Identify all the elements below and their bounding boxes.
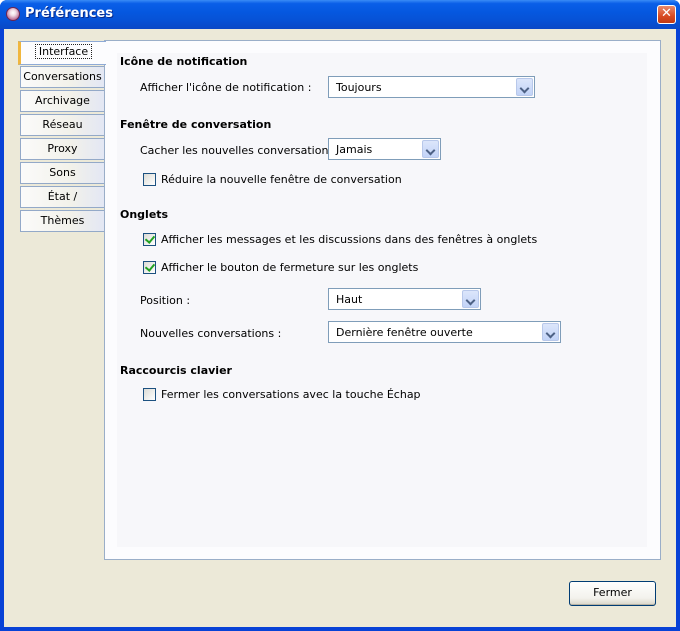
notification-select-value: Toujours xyxy=(336,81,382,94)
tabbed-windows-label[interactable]: Afficher les messages et les discussions… xyxy=(161,233,537,246)
chevron-down-icon[interactable] xyxy=(422,140,439,158)
tab-position-value: Haut xyxy=(336,293,363,306)
new-conversations-select[interactable]: Dernière fenêtre ouverte xyxy=(328,321,561,343)
tab-reseau[interactable]: Réseau xyxy=(20,114,104,136)
section-heading-shortcuts: Raccourcis clavier xyxy=(120,364,232,377)
title-bar[interactable]: Préférences ✕ xyxy=(0,0,680,29)
notification-select[interactable]: Toujours xyxy=(328,76,535,98)
chevron-down-icon[interactable] xyxy=(542,323,559,341)
tab-position-label: Position : xyxy=(140,294,191,307)
tab-interface[interactable]: Interface xyxy=(18,41,106,65)
tab-close-button-label[interactable]: Afficher le bouton de fermeture sur les … xyxy=(161,261,418,274)
fermer-button[interactable]: Fermer xyxy=(569,581,656,606)
preferences-window: Préférences ✕ Interface Conversations Ar… xyxy=(0,0,680,631)
new-conversations-label: Nouvelles conversations : xyxy=(140,327,282,340)
hide-conversations-label: Cacher les nouvelles conversations : xyxy=(140,144,342,157)
escape-close-checkbox[interactable] xyxy=(143,388,156,401)
tab-label: Conversations xyxy=(23,70,102,83)
client-area: Interface Conversations Archivage Réseau… xyxy=(4,29,676,627)
tab-close-button-checkbox[interactable] xyxy=(143,261,156,274)
chevron-down-icon[interactable] xyxy=(516,78,533,96)
tab-archivage[interactable]: Archivage xyxy=(20,90,104,112)
tab-label: Thèmes xyxy=(40,214,85,227)
section-heading-notification: Icône de notification xyxy=(120,55,248,68)
hide-conversations-value: Jamais xyxy=(336,143,373,156)
tab-label: Interface xyxy=(34,44,93,59)
tab-proxy[interactable]: Proxy xyxy=(20,138,104,160)
tab-etat-inactivite[interactable]: État / Inactivité xyxy=(20,186,104,223)
chevron-down-icon[interactable] xyxy=(462,290,479,308)
tab-label: Réseau xyxy=(42,118,83,131)
tab-position-select[interactable]: Haut xyxy=(328,288,481,310)
section-heading-conversation-window: Fenêtre de conversation xyxy=(120,118,272,131)
escape-close-label[interactable]: Fermer les conversations avec la touche … xyxy=(161,388,421,401)
minimize-new-window-checkbox[interactable] xyxy=(143,173,156,186)
tab-label: Sons xyxy=(49,166,76,179)
hide-conversations-select[interactable]: Jamais xyxy=(328,138,441,160)
notification-label: Afficher l'icône de notification : xyxy=(140,81,312,94)
minimize-new-window-label[interactable]: Réduire la nouvelle fenêtre de conversat… xyxy=(161,173,402,186)
tab-themes[interactable]: Thèmes xyxy=(20,210,104,232)
tab-label: Proxy xyxy=(47,142,78,155)
tabbed-windows-checkbox[interactable] xyxy=(143,233,156,246)
tab-sons[interactable]: Sons xyxy=(20,162,104,184)
tab-conversations[interactable]: Conversations xyxy=(20,66,104,88)
window-title: Préférences xyxy=(25,6,113,21)
close-window-button[interactable]: ✕ xyxy=(657,5,676,24)
new-conversations-value: Dernière fenêtre ouverte xyxy=(336,326,473,339)
section-heading-tabs: Onglets xyxy=(120,208,169,221)
pidgin-app-icon xyxy=(6,7,20,21)
tab-label: Archivage xyxy=(35,94,90,107)
